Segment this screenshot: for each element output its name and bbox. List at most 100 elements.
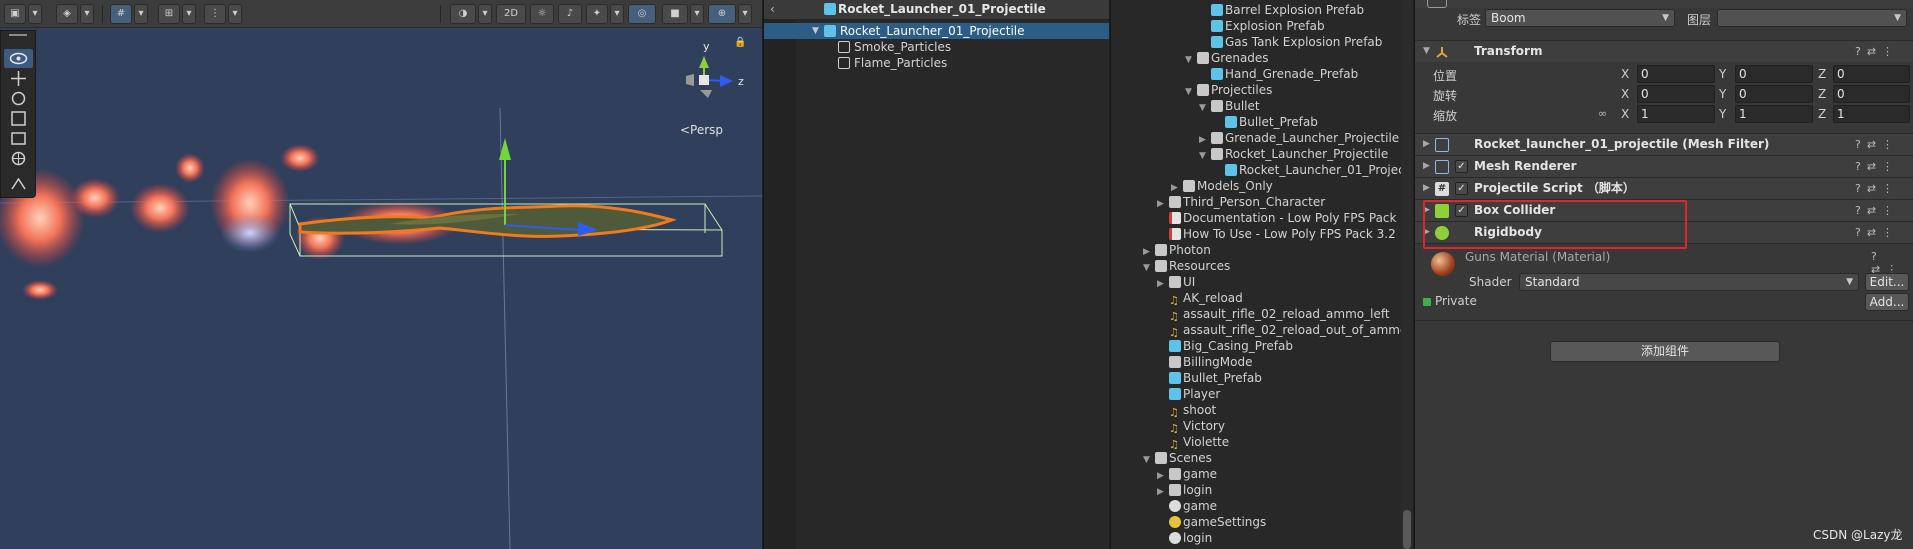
project-item[interactable]: Explosion Prefab (1211, 18, 1325, 34)
grid-icon[interactable]: ⊞ (158, 4, 180, 24)
project-item[interactable]: Bullet_Prefab (1169, 370, 1262, 386)
project-item[interactable]: ▼ Bullet (1199, 98, 1260, 114)
project-item[interactable]: game (1169, 498, 1217, 514)
position-z-input[interactable]: 0 (1833, 65, 1910, 83)
link-icon[interactable]: ∞ (1598, 107, 1607, 120)
component-header-icons[interactable]: ?⇄⋮ (1855, 156, 1899, 177)
rotate-tool-icon[interactable] (4, 89, 33, 108)
gizmos-icon[interactable]: ⊕ (708, 4, 736, 24)
audio-icon[interactable]: ♪ (558, 4, 582, 24)
orientation-gizmo[interactable]: y z (686, 40, 744, 98)
expand-arrow-icon[interactable]: ▼ (1199, 148, 1211, 164)
project-item[interactable]: Barrel Explosion Prefab (1211, 2, 1364, 18)
mesh-renderer-header[interactable]: ▶ ✓ Mesh Renderer ?⇄⋮ (1415, 155, 1913, 177)
expand-arrow-icon[interactable]: ▼ (812, 23, 819, 39)
grid-snap-icon[interactable]: # (110, 4, 132, 24)
project-item[interactable]: ▼ Resources (1143, 258, 1230, 274)
hierarchy-item[interactable]: ▼ Rocket_Launcher_01_Projectile (764, 23, 1109, 39)
lighting-icon[interactable]: ☼ (530, 4, 554, 24)
project-item[interactable]: ▶ login (1157, 482, 1212, 498)
project-scrollbar[interactable] (1401, 0, 1413, 549)
project-item[interactable]: ♫ Victory (1169, 418, 1225, 435)
project-item[interactable]: ▼ Grenades (1185, 50, 1269, 66)
shader-dropdown[interactable]: Standard ▼ (1519, 273, 1859, 291)
project-item[interactable]: Rocket_Launcher_01_Projec (1225, 162, 1405, 178)
project-item[interactable]: ▼ Rocket_Launcher_Projectile (1199, 146, 1388, 162)
expand-arrow-icon[interactable]: ▼ (1423, 41, 1430, 62)
scene-canvas[interactable]: y z 🔒 (0, 28, 762, 549)
project-item[interactable]: Bullet_Prefab (1225, 114, 1318, 130)
expand-arrow-icon[interactable]: ▼ (1185, 84, 1197, 100)
layer-dropdown[interactable]: ▼ (1717, 9, 1907, 27)
camera-dropdown[interactable]: ▾ (690, 4, 704, 24)
expand-arrow-icon[interactable]: ▶ (1157, 196, 1169, 212)
effects-icon[interactable]: ✦ (586, 4, 608, 24)
project-item[interactable]: ▶ UI (1157, 274, 1195, 290)
project-item[interactable]: Big_Casing_Prefab (1169, 338, 1293, 354)
project-item[interactable]: login (1169, 530, 1212, 546)
back-arrow-icon[interactable]: ‹ (770, 2, 775, 16)
position-y-input[interactable]: 0 (1735, 65, 1813, 83)
rotation-x-input[interactable]: 0 (1637, 85, 1715, 103)
rotation-y-input[interactable]: 0 (1735, 85, 1813, 103)
mesh-filter-header[interactable]: ▶ Rocket_launcher_01_projectile (Mesh Fi… (1415, 133, 1913, 155)
camera-icon[interactable]: ■ (662, 4, 688, 24)
mesh-renderer-checkbox[interactable]: ✓ (1455, 160, 1468, 173)
draw-mode-icon[interactable]: ▣ (4, 4, 26, 24)
project-item[interactable]: ▶ Models_Only (1171, 178, 1273, 194)
project-item[interactable]: ♫ assault_rifle_02_reload_out_of_ammo (1169, 322, 1407, 339)
project-item[interactable]: ♫ AK_reload (1169, 290, 1243, 307)
projectile-script-header[interactable]: ▶ # ✓ Projectile Script （脚本） ?⇄⋮ (1415, 177, 1913, 199)
rotation-z-input[interactable]: 0 (1833, 85, 1910, 103)
project-item[interactable]: Player (1169, 386, 1220, 402)
transform-header[interactable]: ▼ Transform ?⇄⋮ (1415, 40, 1913, 62)
add-component-button[interactable]: 添加组件 (1550, 341, 1780, 362)
expand-arrow-icon[interactable]: ▶ (1423, 178, 1430, 199)
render-mode-icon[interactable]: ◑ (450, 4, 476, 24)
scale-x-input[interactable]: 1 (1637, 105, 1715, 123)
hierarchy-item[interactable]: Smoke_Particles (764, 39, 1109, 55)
shading-icon[interactable]: ◈ (56, 4, 78, 24)
view-tool-icon[interactable] (4, 49, 33, 68)
expand-arrow-icon[interactable]: ▶ (1423, 134, 1430, 155)
increment-snap-icon[interactable]: ⋮ (204, 4, 226, 24)
project-item[interactable]: ♫ shoot (1169, 402, 1216, 419)
effects-dropdown[interactable]: ▾ (610, 4, 624, 24)
scale-z-input[interactable]: 1 (1833, 105, 1910, 123)
add-button[interactable]: Add... (1865, 293, 1909, 311)
component-header-icons[interactable]: ?⇄⋮ (1855, 178, 1899, 199)
expand-arrow-icon[interactable]: ▼ (1143, 260, 1155, 276)
gizmos-dropdown[interactable]: ▾ (738, 4, 752, 24)
expand-arrow-icon[interactable]: ▼ (1185, 52, 1197, 68)
scale-y-input[interactable]: 1 (1735, 105, 1813, 123)
position-x-input[interactable]: 0 (1637, 65, 1715, 83)
project-item[interactable]: ▶ Photon (1143, 242, 1211, 258)
scene-visibility-icon[interactable]: ◎ (628, 4, 656, 24)
project-item[interactable]: gameSettings (1169, 514, 1266, 530)
component-header-icons[interactable]: ?⇄⋮ (1855, 134, 1899, 155)
expand-arrow-icon[interactable]: ▼ (1143, 452, 1155, 468)
edit-shader-button[interactable]: Edit... (1865, 273, 1909, 291)
expand-arrow-icon[interactable]: ▶ (1157, 484, 1169, 500)
shading-dropdown[interactable]: ▾ (80, 4, 94, 24)
persp-label[interactable]: <Persp (680, 123, 723, 137)
grid-snap-dropdown[interactable]: ▾ (134, 4, 148, 24)
project-item[interactable]: ▼ Scenes (1143, 450, 1212, 466)
grid-dropdown[interactable]: ▾ (182, 4, 196, 24)
render-mode-dropdown[interactable]: ▾ (478, 4, 492, 24)
component-header-icons[interactable]: ?⇄⋮ (1855, 200, 1899, 221)
projectile-script-checkbox[interactable]: ✓ (1455, 182, 1468, 195)
project-item[interactable]: ♫ assault_rifle_02_reload_ammo_left (1169, 306, 1390, 323)
view-2d-toggle[interactable]: 2D (496, 4, 526, 24)
rect-tool-icon[interactable] (4, 129, 33, 148)
project-item[interactable]: Gas Tank Explosion Prefab (1211, 34, 1382, 50)
expand-arrow-icon[interactable]: ▶ (1423, 156, 1430, 177)
hierarchy-item[interactable]: Flame_Particles (764, 55, 1109, 71)
increment-snap-dropdown[interactable]: ▾ (228, 4, 242, 24)
project-item[interactable]: How To Use - Low Poly FPS Pack 3.2 (1169, 226, 1396, 242)
project-item[interactable]: ▼ Projectiles (1185, 82, 1272, 98)
palette-handle-icon[interactable] (9, 34, 27, 36)
lock-icon[interactable]: 🔒 (734, 36, 746, 48)
project-item[interactable]: Hand_Grenade_Prefab (1211, 66, 1358, 82)
scene-view[interactable]: ▣ ▾ ◈ ▾ # ▾ ⊞ ▾ ⋮ ▾ ◑ ▾ 2D ☼ ♪ ✦ ▾ ◎ ■ ▾… (0, 0, 762, 549)
